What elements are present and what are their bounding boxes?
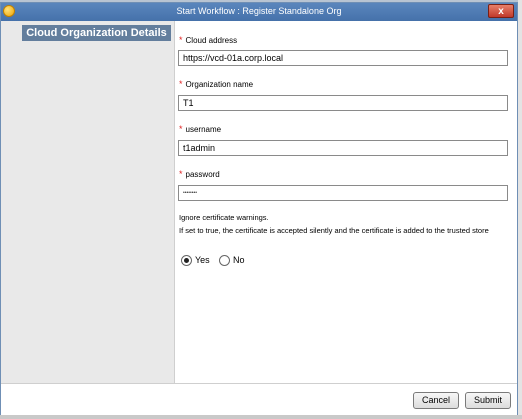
window-title: Start Workflow : Register Standalone Org	[176, 6, 342, 16]
ignore-cert-description: If set to true, the certificate is accep…	[179, 226, 489, 235]
username-label: * username	[179, 124, 222, 134]
required-marker: *	[179, 124, 183, 134]
organization-name-label: * Organization name	[179, 79, 254, 89]
yes-radio-label[interactable]: Yes	[195, 255, 210, 266]
sidebar-item-cloud-organization-details[interactable]: Cloud Organization Details	[22, 25, 171, 41]
cloud-address-field[interactable]	[178, 50, 508, 66]
sidebar: Cloud Organization Details	[1, 21, 175, 383]
cancel-button[interactable]: Cancel	[413, 392, 459, 409]
password-label: * password	[179, 169, 220, 179]
username-field[interactable]	[178, 140, 508, 156]
yes-radio[interactable]	[181, 255, 192, 266]
background-taskbar-strip	[0, 415, 522, 419]
title-bar[interactable]: Start Workflow : Register Standalone Org…	[1, 3, 517, 21]
close-button[interactable]: x	[488, 4, 514, 18]
ignore-cert-title: Ignore certificate warnings.	[179, 213, 269, 222]
no-radio-label[interactable]: No	[233, 255, 245, 266]
required-marker: *	[179, 79, 183, 89]
background-window-edge	[518, 0, 522, 419]
no-radio[interactable]	[219, 255, 230, 266]
password-field[interactable]	[178, 185, 508, 201]
dialog-footer: Cancel Submit	[1, 383, 517, 415]
required-marker: *	[179, 35, 183, 45]
form-panel: *Cloud address *Organization name *usern…	[175, 21, 517, 383]
cloud-address-label: * Cloud address	[179, 35, 238, 45]
required-marker: *	[179, 169, 183, 179]
workflow-dialog: Start Workflow : Register Standalone Org…	[0, 2, 518, 415]
submit-button[interactable]: Submit	[465, 392, 511, 409]
organization-name-field[interactable]	[178, 95, 508, 111]
